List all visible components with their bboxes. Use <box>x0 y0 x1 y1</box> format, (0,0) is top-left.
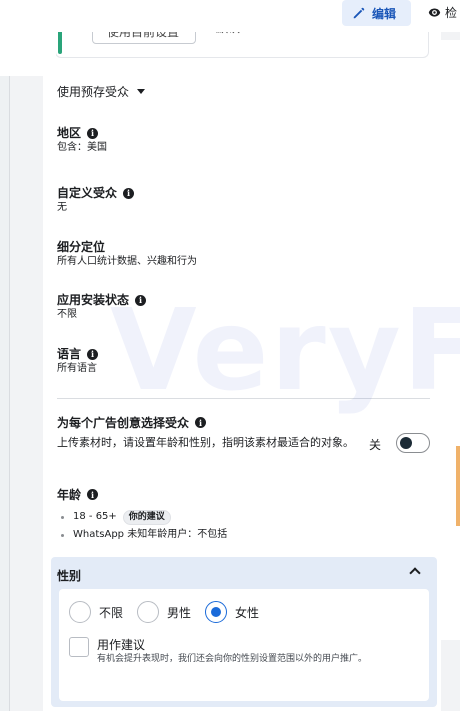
gender-option-label: 不限 <box>99 605 124 620</box>
age-list: 18 - 65+ 你的建议 WhatsApp 未知年龄用户：不包括 <box>57 508 227 544</box>
app-install-state-label: 应用安装状态 <box>57 293 130 307</box>
radio-checked-icon[interactable] <box>205 601 228 623</box>
info-icon[interactable]: i <box>87 348 99 360</box>
per-creative-title: 为每个广告创意选择受众 <box>57 416 190 430</box>
gender-option-label: 女性 <box>235 605 260 620</box>
eye-icon <box>428 7 441 17</box>
suggestion-subtitle: 有机会提升表现时，我们还会向你的性别设置范围以外的用户推广。 <box>97 654 368 664</box>
radio-icon[interactable] <box>137 601 160 623</box>
gender-radio-group: 不限 男性 女性 <box>69 601 273 623</box>
detailed-targeting-label: 细分定位 <box>57 240 106 254</box>
language-label: 语言 <box>57 347 82 361</box>
location-field: 地区 i 包含：美国 <box>57 125 107 155</box>
age-range-value: 18 - 65+ <box>73 511 117 522</box>
bullet-icon <box>61 515 64 519</box>
saved-audience-dropdown[interactable]: 使用预存受众 <box>57 83 146 100</box>
use-as-suggestion-option: 用作建议 有机会提升表现时，我们还会向你的性别设置范围以外的用户推广。 <box>69 637 407 666</box>
info-icon[interactable]: i <box>87 127 99 139</box>
gender-option-all[interactable]: 不限 <box>69 601 123 623</box>
toggle-state-label: 关 <box>369 438 382 452</box>
info-icon[interactable]: i <box>195 417 207 428</box>
info-icon[interactable]: i <box>135 294 147 306</box>
per-creative-toggle[interactable] <box>396 433 430 453</box>
top-toolbar: 编辑 检 <box>0 0 460 32</box>
gender-options-card: 不限 男性 女性 用作建议 有机会提升表现时，我们还会向你的性别设置范围以外的用… <box>59 589 429 701</box>
radio-icon[interactable] <box>69 601 91 623</box>
per-creative-audience-setting: 为每个广告创意选择受众 i 上传素材时，请设置年龄和性别，指明该素材最适合的对象。… <box>57 414 431 453</box>
detailed-targeting-value: 所有人口统计数据、兴趣和行为 <box>57 256 197 267</box>
audience-settings-panel: 使用目前设置 默认 使用预存受众 地区i 包含：美国 自定义受众i 无 细分定位… <box>43 0 441 711</box>
view-button-label: 检 <box>445 5 458 20</box>
per-creative-description: 上传素材时，请设置年龄和性别，指明该素材最适合的对象。 <box>57 436 354 449</box>
gender-option-male[interactable]: 男性 <box>137 601 191 623</box>
bullet-icon <box>61 533 64 537</box>
chevron-up-icon[interactable] <box>409 567 421 579</box>
language-field: 语言 i 所有语言 <box>57 346 99 376</box>
custom-audience-label: 自定义受众 <box>57 186 118 200</box>
pencil-icon <box>353 7 365 19</box>
edit-button[interactable]: 编辑 <box>342 0 411 26</box>
gender-section: 性别 不限 男性 女性 用作建议 有机会提升表现时，我们还会向你的性别设置范围以… <box>51 557 437 707</box>
suggestion-badge: 你的建议 <box>122 509 171 525</box>
view-button[interactable]: 检 <box>428 0 457 24</box>
edit-button-label: 编辑 <box>372 6 397 21</box>
location-label: 地区 <box>57 126 82 140</box>
section-divider <box>57 398 430 399</box>
info-icon[interactable]: i <box>123 187 135 199</box>
detailed-targeting-field: 细分定位 所有人口统计数据、兴趣和行为 <box>57 239 197 269</box>
gender-option-label: 男性 <box>167 605 192 620</box>
custom-audience-value: 无 <box>57 202 67 213</box>
list-item: WhatsApp 未知年龄用户：不包括 <box>57 526 227 544</box>
app-install-state-value: 不限 <box>57 309 77 320</box>
app-install-state-field: 应用安装状态 i 不限 <box>57 292 147 322</box>
use-as-suggestion-checkbox[interactable] <box>69 637 89 657</box>
left-panel-edge <box>0 0 10 711</box>
custom-audience-field: 自定义受众 i 无 <box>57 185 135 215</box>
toggle-knob <box>400 437 412 449</box>
caret-down-icon <box>137 89 146 94</box>
saved-audience-label: 使用预存受众 <box>57 85 130 99</box>
language-value: 所有语言 <box>57 363 97 374</box>
whatsapp-age-value: WhatsApp 未知年龄用户：不包括 <box>73 529 228 540</box>
gender-header[interactable]: 性别 <box>57 567 81 584</box>
right-panel-marker <box>456 446 460 526</box>
list-item: 18 - 65+ 你的建议 <box>57 508 227 526</box>
age-label: 年龄 <box>57 488 82 502</box>
suggestion-title: 用作建议 <box>97 638 146 652</box>
age-field: 年龄 i 18 - 65+ 你的建议 WhatsApp 未知年龄用户：不包括 <box>57 486 227 544</box>
gender-option-female[interactable]: 女性 <box>205 601 259 623</box>
info-icon[interactable]: i <box>87 489 99 500</box>
location-value: 包含：美国 <box>57 142 107 153</box>
